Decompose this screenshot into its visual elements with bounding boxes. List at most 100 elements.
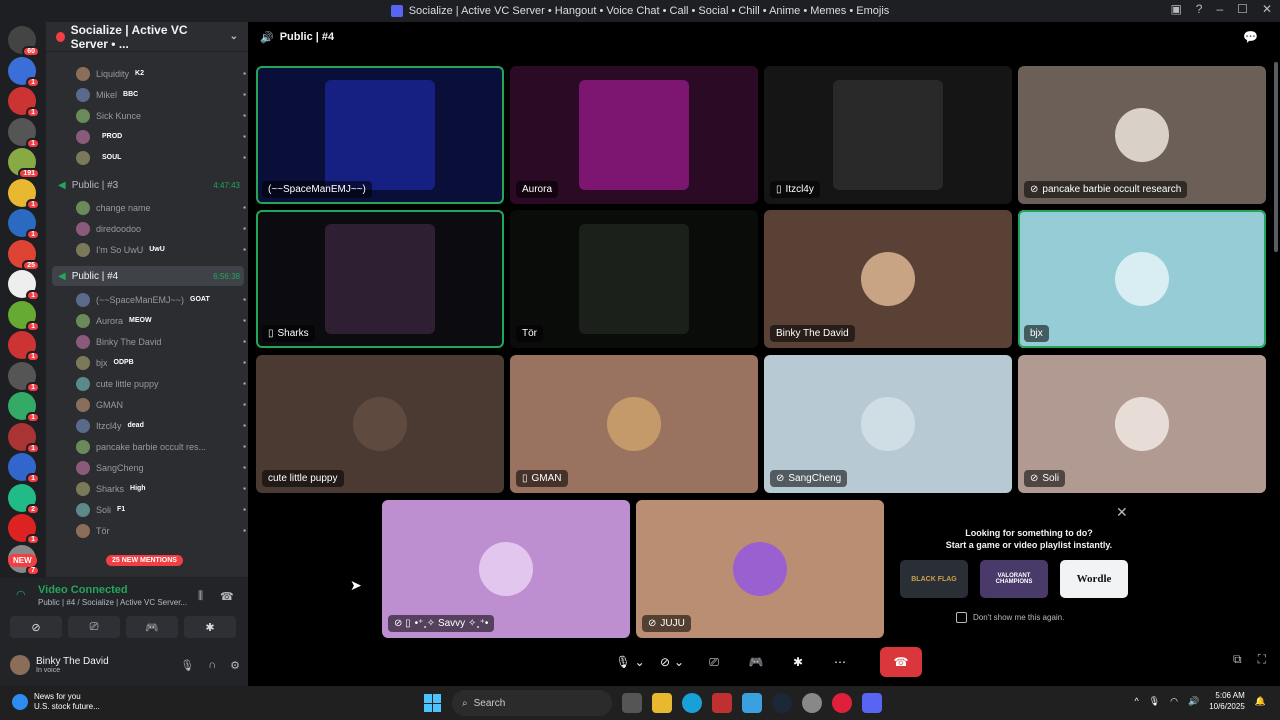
chrome-icon[interactable]: [802, 693, 822, 713]
server-icon[interactable]: 1: [8, 361, 40, 393]
participant-tile[interactable]: Aurora: [510, 66, 758, 204]
microphone-icon[interactable]: 🎙: [180, 659, 194, 672]
task-view-icon[interactable]: [622, 693, 642, 713]
participant-tile[interactable]: ⊘ ▯ •⁺˳✧ Savvy ✧˳⁺•: [382, 500, 630, 638]
server-icon[interactable]: 1: [8, 331, 40, 362]
voice-member[interactable]: cute little puppy ▪: [76, 373, 246, 394]
steam-icon[interactable]: [772, 693, 792, 713]
noise-suppression-icon[interactable]: ⫼: [198, 590, 203, 603]
voice-member[interactable]: Binky The David ▪: [76, 331, 246, 352]
headphones-icon[interactable]: ∩: [208, 659, 216, 672]
server-icon[interactable]: 1: [8, 300, 40, 332]
server-icon[interactable]: 1: [8, 270, 40, 301]
more-options-button[interactable]: ⋯: [824, 648, 856, 676]
server-icon[interactable]: 1: [8, 392, 40, 423]
chat-icon[interactable]: 💬: [1243, 30, 1268, 44]
server-icon[interactable]: 1: [8, 117, 40, 149]
chevron-down-icon[interactable]: ⌄: [635, 655, 645, 669]
volume-icon[interactable]: 🔊: [1188, 696, 1199, 707]
soundboard-toggle[interactable]: ✱: [782, 648, 814, 676]
file-explorer-icon[interactable]: [652, 693, 672, 713]
voice-member[interactable]: Itzcl4y dead ▪: [76, 415, 246, 436]
soundboard-button[interactable]: ✱: [184, 616, 236, 638]
voice-member[interactable]: Sick Kunce ▪: [76, 105, 246, 126]
new-mentions-pill[interactable]: 25 NEW MENTIONS: [106, 555, 183, 566]
participant-tile[interactable]: ▯ Itzcl4y: [764, 66, 1012, 204]
participant-tile[interactable]: Binky The David: [764, 210, 1012, 348]
voice-member[interactable]: Soli F1 ▪: [76, 499, 246, 520]
voice-member[interactable]: Aurora MEOW ▪: [76, 310, 246, 331]
notepad-icon[interactable]: [742, 693, 762, 713]
server-icon[interactable]: 25: [8, 239, 40, 271]
server-icon[interactable]: 1: [8, 514, 40, 545]
server-icon[interactable]: 191: [8, 148, 40, 179]
dont-show-option[interactable]: Don't show me this again.: [956, 612, 1064, 623]
wifi-icon[interactable]: ◠: [1170, 696, 1178, 707]
voice-member[interactable]: (~~SpaceManEMJ~~) GOAT ▪: [76, 289, 246, 310]
server-header[interactable]: Socialize | Active VC Server • ... ⌄: [46, 22, 248, 52]
voice-member[interactable]: SOUL ▪: [76, 147, 246, 168]
chevron-up-icon[interactable]: ^: [1134, 696, 1138, 706]
camera-toggle-button[interactable]: ⊘ ⌄: [656, 648, 688, 676]
microphone-tray-icon[interactable]: 🎙: [1149, 696, 1160, 707]
voice-member[interactable]: SangCheng ▪: [76, 457, 246, 478]
participant-tile[interactable]: ⊘ Soli: [1018, 355, 1266, 493]
activity-button[interactable]: 🎮: [126, 616, 178, 638]
participant-tile[interactable]: (~~SpaceManEMJ~~): [256, 66, 504, 204]
new-servers-pill[interactable]: NEW: [8, 554, 37, 567]
gear-icon[interactable]: ⚙: [230, 659, 240, 672]
mute-button[interactable]: 🎙 ⌄: [614, 648, 646, 676]
clock[interactable]: 5:06 AM 10/6/2025: [1209, 690, 1245, 712]
participant-tile[interactable]: ⊘ pancake barbie occult research: [1018, 66, 1266, 204]
notification-icon[interactable]: 🔔: [1255, 696, 1266, 707]
participant-tile[interactable]: cute little puppy: [256, 355, 504, 493]
taskbar-search[interactable]: ⌕ Search: [452, 690, 612, 716]
popout-icon[interactable]: ⧉: [1233, 652, 1242, 667]
maximize-button[interactable]: ☐: [1237, 2, 1248, 16]
opera-icon[interactable]: [832, 693, 852, 713]
voice-member[interactable]: pancake barbie occult res... ▪: [76, 436, 246, 457]
activities-button[interactable]: 🎮: [740, 648, 772, 676]
voice-location-link[interactable]: Public | #4 / Socialize | Active VC Serv…: [38, 598, 236, 607]
chevron-down-icon[interactable]: ⌄: [674, 655, 684, 669]
participant-tile[interactable]: ▯ GMAN: [510, 355, 758, 493]
news-widget[interactable]: News for you U.S. stock future...: [12, 692, 100, 712]
voice-member[interactable]: PROD ▪: [76, 126, 246, 147]
voice-member[interactable]: bjx ODPB ▪: [76, 352, 246, 373]
share-screen-button[interactable]: ⎚: [698, 648, 730, 676]
fullscreen-icon[interactable]: ⛶: [1258, 652, 1266, 667]
discord-icon[interactable]: [862, 693, 882, 713]
voice-member[interactable]: Liquidity K2 ▪: [76, 63, 246, 84]
voice-channel[interactable]: ◀ Public | #4 6:56:38: [52, 266, 244, 286]
server-icon[interactable]: 1: [8, 87, 40, 118]
voice-channel[interactable]: ◀ Public | #3 4:47:43: [52, 175, 244, 195]
voice-member[interactable]: Mikel BBC ▪: [76, 84, 246, 105]
game-valorant[interactable]: VALORANT CHAMPIONS: [980, 560, 1048, 598]
server-icon[interactable]: 1: [8, 178, 40, 210]
participant-tile[interactable]: Tör: [510, 210, 758, 348]
screen-share-button[interactable]: ⎚: [68, 616, 120, 638]
voice-member[interactable]: Tör ▪: [76, 520, 246, 541]
participant-tile[interactable]: ⊘ JUJU: [636, 500, 884, 638]
stage-scrollbar[interactable]: [1274, 62, 1278, 252]
game-wordle[interactable]: Wordle: [1060, 560, 1128, 598]
server-icon[interactable]: 1: [8, 56, 40, 88]
inbox-icon[interactable]: ▣: [1170, 2, 1181, 16]
voice-member[interactable]: Sharks High ▪: [76, 478, 246, 499]
user-info[interactable]: Binky The David In voice: [36, 656, 109, 674]
server-icon[interactable]: 1: [8, 453, 40, 484]
avatar[interactable]: [10, 655, 30, 675]
server-icon[interactable]: 60: [8, 26, 40, 57]
server-icon[interactable]: 1: [8, 209, 40, 240]
server-icon[interactable]: 2: [8, 483, 40, 515]
edge-browser-icon[interactable]: [682, 693, 702, 713]
voice-member[interactable]: GMAN ▪: [76, 394, 246, 415]
participant-tile[interactable]: ⊘ SangCheng: [764, 355, 1012, 493]
participant-tile[interactable]: ▯ Sharks: [256, 210, 504, 348]
close-icon[interactable]: ✕: [1116, 504, 1128, 521]
voice-member[interactable]: I'm So UwU UwU ▪: [76, 239, 246, 260]
server-icon[interactable]: 1: [8, 422, 40, 454]
camera-button[interactable]: ⊘: [10, 616, 62, 638]
dont-show-checkbox[interactable]: [956, 612, 967, 623]
minimize-button[interactable]: –: [1216, 2, 1223, 16]
